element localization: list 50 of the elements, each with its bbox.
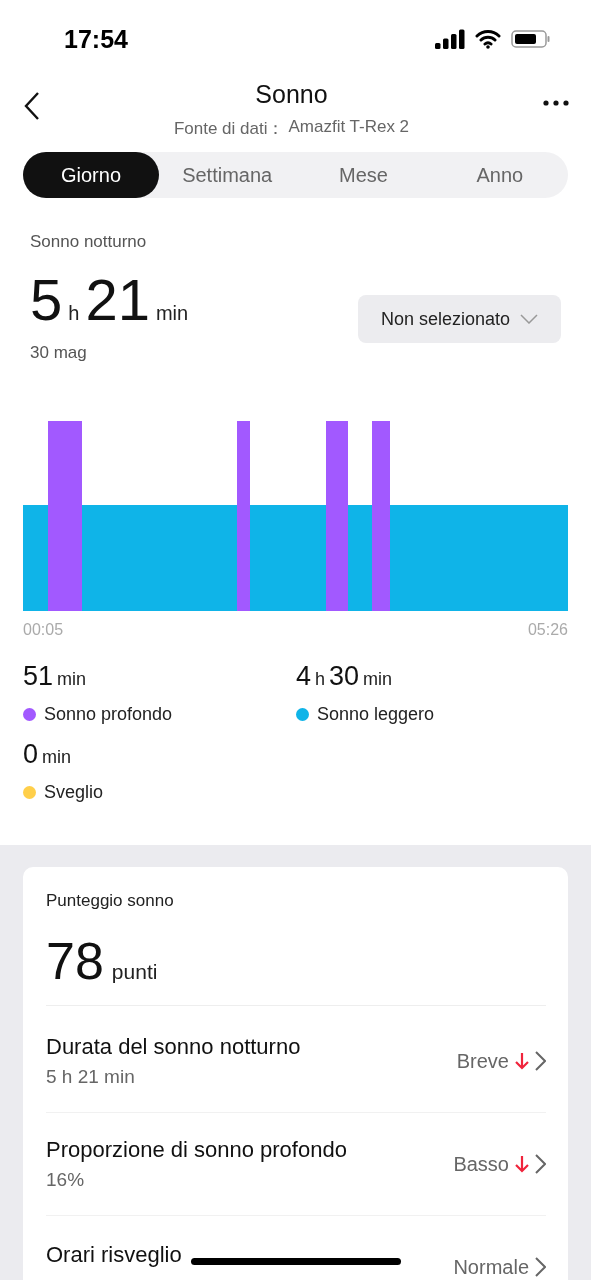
hours-unit: h xyxy=(68,302,80,325)
section-label: Sonno notturno xyxy=(30,232,148,252)
stage-unit: h xyxy=(315,669,326,690)
score-unit: punti xyxy=(111,960,158,984)
legend-label: Sveglio xyxy=(44,782,104,803)
stage-unit: min xyxy=(363,669,393,690)
source-device: Amazfit T-Rex 2 xyxy=(288,117,410,138)
date-label: 30 mag xyxy=(30,343,88,363)
more-button[interactable] xyxy=(543,100,569,106)
metric-value: 5 h 21 min xyxy=(46,1066,136,1088)
chevron-down-icon xyxy=(520,314,539,324)
card-title: Punteggio sonno xyxy=(46,891,174,910)
page-title: Sonno xyxy=(255,80,328,109)
source-label: Fonte di dati： xyxy=(173,118,285,140)
metric-rating-link[interactable]: Breve xyxy=(456,1049,546,1073)
minutes-unit: min xyxy=(155,302,189,325)
stage-unit: min xyxy=(42,747,72,768)
stage-minutes: 0 xyxy=(23,739,39,770)
period-tab[interactable]: Giorno xyxy=(23,152,159,198)
chevron-right-icon xyxy=(535,1154,546,1174)
stage-unit: min xyxy=(57,669,87,690)
stage-minutes: 30 xyxy=(329,661,360,692)
score-value: 78 xyxy=(46,931,104,991)
legend-label: Sonno leggero xyxy=(317,704,435,725)
stage-minutes: 51 xyxy=(23,661,54,692)
period-tab[interactable]: Settimana xyxy=(159,152,296,198)
chevron-right-icon xyxy=(535,1257,546,1277)
start-time-label: 00:05 xyxy=(23,621,64,639)
end-time-label: 05:26 xyxy=(527,621,568,639)
metric-title: Durata del sonno notturno xyxy=(46,1034,301,1060)
battery-icon xyxy=(511,29,551,49)
legend-label: Sonno profondo xyxy=(44,704,173,725)
down-arrow-icon xyxy=(515,1052,529,1070)
chevron-right-icon xyxy=(535,1051,546,1071)
back-button[interactable] xyxy=(24,92,40,120)
hours-value: 5 xyxy=(30,266,63,333)
signal-icon xyxy=(435,29,465,49)
period-tab[interactable]: Anno xyxy=(431,152,568,198)
stage-hours: 4 xyxy=(296,661,312,692)
metric-rating-link[interactable]: Basso xyxy=(453,1152,546,1176)
metric-title: Proporzione di sonno profondo xyxy=(46,1137,347,1163)
metric-title: Orari risveglio xyxy=(46,1242,182,1268)
filter-dropdown[interactable]: Non selezionato xyxy=(358,295,561,343)
metric-rating-link[interactable]: Normale xyxy=(453,1255,546,1279)
down-arrow-icon xyxy=(515,1155,529,1173)
wifi-icon xyxy=(475,29,501,49)
minutes-value: 21 xyxy=(85,266,150,333)
status-time: 17:54 xyxy=(64,24,128,54)
period-tab[interactable]: Mese xyxy=(295,152,432,198)
metric-value: 16% xyxy=(46,1169,86,1191)
